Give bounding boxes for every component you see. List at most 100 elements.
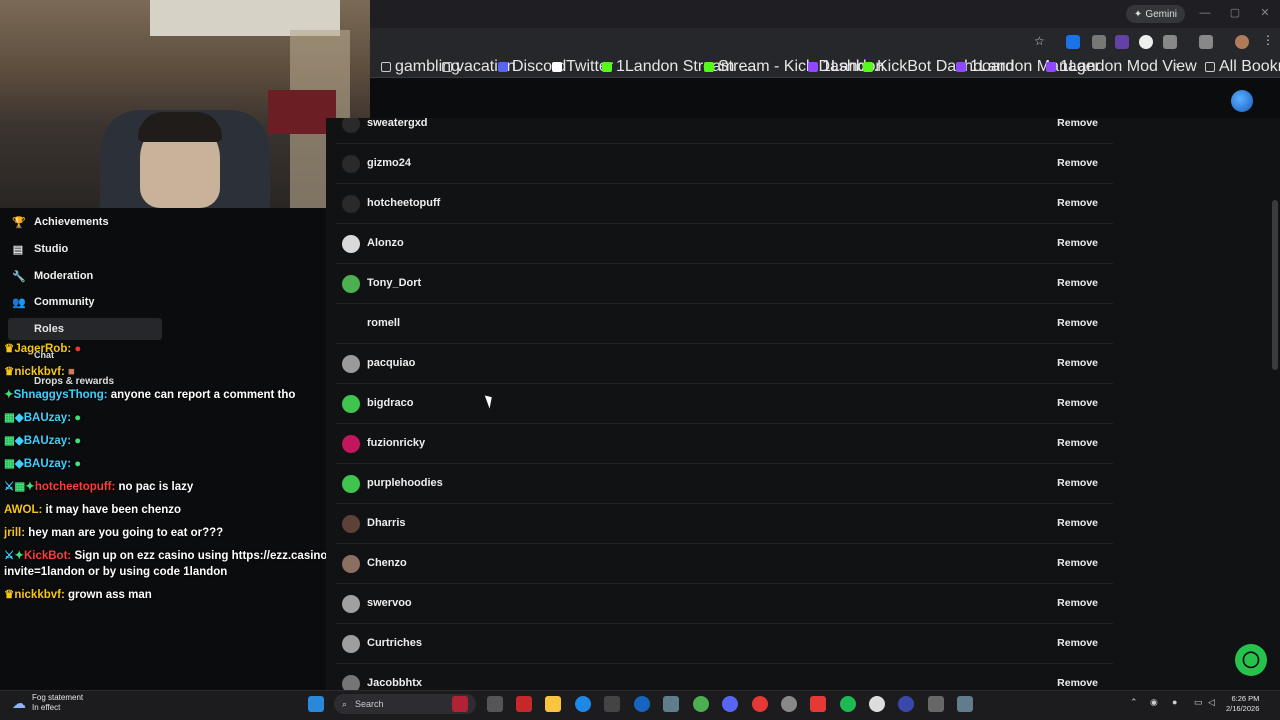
tray-chevron-icon[interactable]: ⌃ [1130,697,1138,708]
edge-icon[interactable] [575,696,591,712]
mic-icon[interactable]: ● [1172,697,1177,707]
bookmark-label: All Bookmarks [1219,58,1280,75]
remove-button[interactable]: Remove [1057,557,1098,569]
chat-message-continued: invite=1landon or by using code 1landon [4,565,227,579]
member-name: romell [367,317,401,329]
sidebar-item-achievements[interactable]: 🏆 Achievements [12,210,162,234]
remove-button[interactable]: Remove [1057,637,1098,649]
chrome-icon[interactable] [693,696,709,712]
badge-icon: ✦ [14,550,24,562]
weather-widget[interactable]: ☁ Fog statement In effect [12,693,83,713]
star-icon[interactable]: ☆ [1034,34,1045,48]
remove-button[interactable]: Remove [1057,597,1098,609]
search-label: Search [355,699,384,709]
badge-icon: ▦ [4,435,15,447]
app-icon[interactable] [516,696,532,712]
chat-message: ♛JagerRob: ● [4,342,81,356]
all-bookmarks[interactable]: All Bookmarks [1205,58,1280,75]
emote-icon: ■ [68,366,75,378]
puzzle-icon[interactable] [1163,35,1177,49]
remove-button[interactable]: Remove [1057,397,1098,409]
emote-icon: ● [74,412,82,424]
remove-button[interactable]: Remove [1057,197,1098,209]
kick-icon [602,62,612,72]
app-icon[interactable] [869,696,885,712]
remove-button[interactable]: Remove [1057,677,1098,689]
badge-icon: ◆ [14,412,24,424]
app-icon[interactable] [752,696,768,712]
chat-message: ▦◆BAUzay: ● [4,411,81,425]
member-avatar [342,515,360,533]
taskview-icon[interactable] [487,696,503,712]
user-avatar[interactable] [1231,90,1253,112]
app-icon[interactable] [898,696,914,712]
more-bookmarks-icon[interactable]: » [1173,60,1179,71]
member-avatar [342,395,360,413]
remove-button[interactable]: Remove [1057,317,1098,329]
minimize-icon[interactable]: — [1198,6,1212,20]
app-icon[interactable] [928,696,944,712]
chat-text: invite=1landon or by using code 1landon [4,566,228,578]
badge-icon: ▦ [4,412,15,424]
display-icon[interactable]: ▭ [1194,697,1203,708]
remove-button[interactable]: Remove [1057,157,1098,169]
member-avatar [342,475,360,493]
sidepanel-icon[interactable] [1199,35,1213,49]
close-icon[interactable]: ✕ [1258,6,1272,20]
member-row: Jacobbhtx Remove [336,664,1113,690]
support-chat-button[interactable]: ◯ [1235,644,1267,676]
gemini-button[interactable]: ✦ Gemini [1125,5,1185,23]
chat-message: ♛nickkbvf: ■ [4,365,75,379]
remove-button[interactable]: Remove [1057,517,1098,529]
sidebar-item-roles[interactable]: Roles [8,318,162,340]
network-icon[interactable]: ◉ [1150,697,1158,708]
chat-username: AWOL: [4,504,43,516]
member-row: Dharris Remove [336,504,1113,544]
member-name: gizmo24 [367,157,412,169]
app-icon[interactable] [810,696,826,712]
extension-icon[interactable] [1115,35,1129,49]
remove-button[interactable]: Remove [1057,357,1098,369]
remove-button[interactable]: Remove [1057,477,1098,489]
app-icon[interactable] [781,696,797,712]
kick-icon [704,62,714,72]
extension-icon[interactable] [1066,35,1080,49]
scrollbar[interactable] [1272,200,1278,370]
remove-button[interactable]: Remove [1057,277,1098,289]
member-name: pacquiao [367,357,416,369]
chat-username: JagerRob: [14,343,72,355]
calculator-icon[interactable] [957,696,973,712]
badge-icon: ◆ [14,458,24,470]
app-icon[interactable] [634,696,650,712]
menu-icon[interactable]: ⋮ [1262,33,1274,47]
member-row: gizmo24 Remove [336,144,1113,184]
extension-icon[interactable] [1139,35,1153,49]
clock[interactable]: 6:26 PM 2/16/2026 [1226,694,1259,714]
badge-icon: ◆ [14,435,24,447]
remove-button[interactable]: Remove [1057,118,1098,129]
discord-icon[interactable] [722,696,738,712]
member-avatar [342,195,360,213]
remove-button[interactable]: Remove [1057,437,1098,449]
member-name: Jacobbhtx [367,677,423,689]
settings-icon[interactable] [663,696,679,712]
maximize-icon[interactable]: ▢ [1228,6,1242,20]
spotify-icon[interactable] [840,696,856,712]
start-icon[interactable] [308,696,324,712]
sidebar-item-label: Moderation [34,270,94,282]
chat-text: it may have been chenzo [45,504,182,516]
sword-icon: ⚔ [4,481,15,493]
chat-message: ▦◆BAUzay: ● [4,457,81,471]
search-icon: ⌕ [342,698,348,709]
file-explorer-icon[interactable] [545,696,561,712]
sidebar-item-studio[interactable]: ▤ Studio [12,237,162,261]
sidebar-item-community[interactable]: 👥 Community [12,290,162,314]
remove-button[interactable]: Remove [1057,237,1098,249]
sidebar-item-moderation[interactable]: 🔧 Moderation [12,264,162,288]
extension-icon[interactable] [1092,35,1106,49]
store-icon[interactable] [604,696,620,712]
chat-message: ♛nickkbvf: grown ass man [4,588,152,602]
profile-avatar[interactable] [1235,35,1249,49]
wrench-icon: 🔧 [12,270,26,283]
volume-icon[interactable]: ◁ [1208,697,1215,708]
